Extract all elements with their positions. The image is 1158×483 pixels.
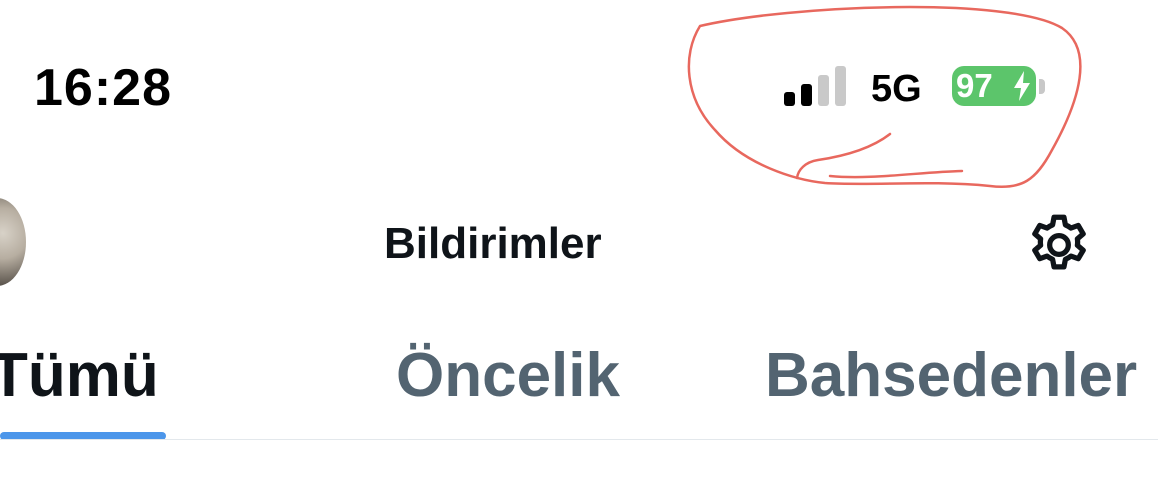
profile-avatar[interactable] [0,198,26,286]
notifications-screen: 16:28 5G 97 Bildirimler Tümü Öncelik Bah… [0,0,1158,483]
battery-percent: 97 [956,67,993,104]
gear-icon[interactable] [1024,210,1094,280]
tab-bar-divider [0,439,1158,440]
status-time: 16:28 [34,59,172,117]
battery-tip [1039,79,1045,94]
battery-indicator: 97 [952,66,1036,106]
bolt-icon [1014,71,1030,101]
tab-mentions[interactable]: Bahsedenler [765,338,1137,414]
page-title: Bildirimler [384,219,602,268]
cellular-signal-icon [784,66,846,106]
tab-all[interactable]: Tümü [0,338,159,414]
network-type-label: 5G [871,68,922,110]
tab-priority[interactable]: Öncelik [396,338,620,414]
